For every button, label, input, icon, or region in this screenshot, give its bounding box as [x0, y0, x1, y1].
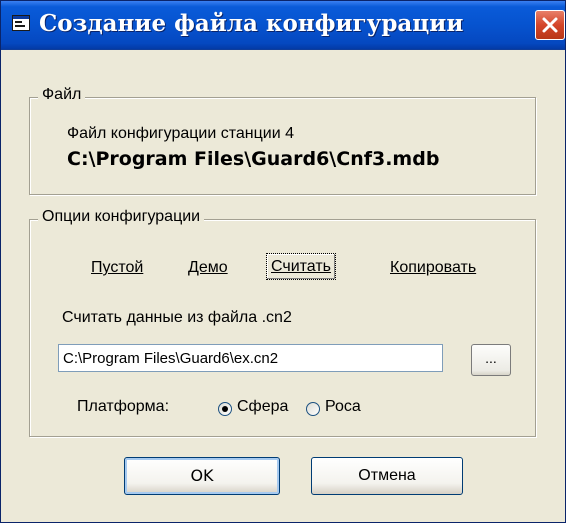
options-group-legend: Опции конфигурации — [38, 208, 205, 226]
config-file-path: C:\Program Files\Guard6\Cnf3.mdb — [67, 148, 440, 170]
cn2-path-input[interactable] — [58, 344, 443, 372]
file-group: Файл — [29, 86, 536, 195]
file-group-legend: Файл — [38, 86, 86, 104]
config-station-label: Файл конфигурации станции 4 — [67, 125, 294, 142]
platform-label: Платформа: — [77, 398, 170, 415]
platform-rosa-radio[interactable] — [306, 402, 320, 416]
titlebar[interactable]: Создание файла конфигурации — [1, 1, 565, 50]
ok-button[interactable]: OK — [124, 457, 280, 495]
cancel-button[interactable]: Отмена — [311, 457, 463, 495]
read-file-label: Считать данные из файла .cn2 — [62, 309, 292, 326]
radio-selected-dot — [222, 406, 228, 412]
platform-rosa-label[interactable]: Роса — [325, 398, 361, 416]
platform-sphere-radio[interactable] — [218, 402, 232, 416]
config-dialog-window: Создание файла конфигурации Файл Файл ко… — [0, 0, 566, 523]
browse-button[interactable]: ... — [471, 344, 511, 376]
app-window-icon — [12, 15, 30, 31]
window-title: Создание файла конфигурации — [39, 10, 464, 37]
close-icon — [539, 14, 561, 36]
close-button[interactable] — [535, 10, 565, 40]
option-copy-button[interactable]: Копировать — [390, 259, 476, 277]
platform-sphere-label[interactable]: Сфера — [237, 398, 288, 416]
option-read-button[interactable]: Считать — [266, 253, 337, 280]
option-demo-button[interactable]: Демо — [188, 259, 228, 277]
option-empty-button[interactable]: Пустой — [91, 259, 143, 277]
